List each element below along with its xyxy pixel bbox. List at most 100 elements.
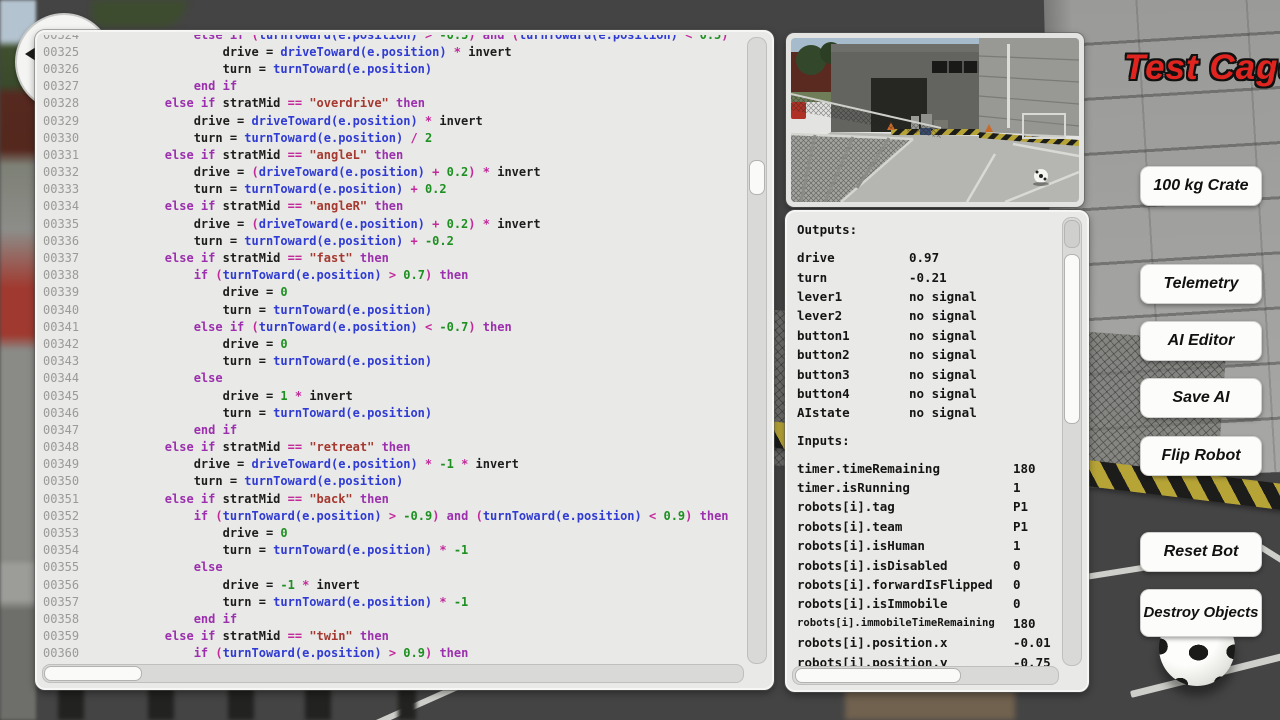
code-text: drive = driveToward(e.position) * invert [107,114,483,128]
code-text: if (turnToward(e.position) > -0.9) and (… [107,509,729,523]
code-text: else if stratMid == "twin" then [107,629,389,643]
telemetry-panel: Outputs: drive0.97turn-0.21lever1no sign… [785,210,1089,692]
destroy-objects-button[interactable]: Destroy Objects [1140,589,1262,637]
code-text: else if (turnToward(e.position) > -0.5) … [107,35,729,42]
line-number: 00352 [43,509,107,523]
telemetry-value: 0 [1013,558,1057,573]
telemetry-label: robots[i].position.y [797,655,1013,666]
spawn-crate-button[interactable]: 100 kg Crate [1140,166,1262,206]
telemetry-value: 0 [1013,596,1057,611]
flip-robot-button[interactable]: Flip Robot [1140,436,1262,476]
telemetry-value: -0.01 [1013,635,1057,650]
fence-post [305,686,331,720]
telemetry-horizontal-scrollbar-thumb[interactable] [795,668,961,683]
telemetry-button[interactable]: Telemetry [1140,264,1262,304]
telemetry-row: lever2no signal [797,306,1057,325]
line-number: 00337 [43,251,107,265]
code-vertical-scrollbar-thumb[interactable] [749,160,765,195]
line-number: 00347 [43,423,107,437]
code-line: 00330 turn = turnToward(e.position) / 2 [43,129,744,146]
line-number: 00338 [43,268,107,282]
code-text: turn = turnToward(e.position) / 2 [107,131,432,145]
code-horizontal-scrollbar[interactable] [42,664,744,683]
line-number: 00329 [43,114,107,128]
telemetry-label: AIstate [797,405,909,420]
line-number: 00355 [43,560,107,574]
telemetry-value: no signal [909,308,1057,323]
fence-post [228,686,254,720]
code-text: else if stratMid == "back" then [107,492,389,506]
telemetry-row: drive0.97 [797,248,1057,267]
telemetry-row: button2no signal [797,345,1057,364]
code-line: 00329 drive = driveToward(e.position) * … [43,112,744,129]
save-ai-button[interactable]: Save AI [1140,378,1262,418]
telemetry-value: P1 [1013,499,1057,514]
telemetry-vertical-scrollbar-thumb[interactable] [1064,254,1080,424]
line-number: 00344 [43,371,107,385]
code-text: else if stratMid == "fast" then [107,251,389,265]
code-vertical-scrollbar[interactable] [747,37,767,664]
telemetry-value: no signal [909,347,1057,362]
code-text: turn = turnToward(e.position) [107,354,432,368]
telemetry-row: button1no signal [797,326,1057,345]
code-line: 00348 else if stratMid == "retreat" then [43,439,744,456]
line-number: 00326 [43,62,107,76]
code-text: else if stratMid == "retreat" then [107,440,410,454]
code-line: 00326 turn = turnToward(e.position) [43,60,744,77]
telemetry-label: robots[i].isDisabled [797,558,1013,573]
line-number: 00351 [43,492,107,506]
telemetry-label: robots[i].isImmobile [797,596,1013,611]
code-line: 00358 end if [43,610,744,627]
code-text: else [107,560,223,574]
code-editor-viewport[interactable]: 00324 else if (turnToward(e.position) > … [43,35,744,664]
code-text: drive = 0 [107,526,288,540]
line-number: 00354 [43,543,107,557]
telemetry-vertical-scrollbar[interactable] [1062,217,1082,666]
code-text: drive = driveToward(e.position) * invert [107,45,512,59]
ai-editor-button[interactable]: AI Editor [1140,321,1262,361]
code-line: 00352 if (turnToward(e.position) > -0.9)… [43,507,744,524]
code-line: 00331 else if stratMid == "angleL" then [43,146,744,163]
line-number: 00346 [43,406,107,420]
telemetry-row: robots[i].teamP1 [797,517,1057,536]
test-cage-preview-image [791,38,1079,202]
code-text: drive = (driveToward(e.position) + 0.2) … [107,165,541,179]
code-text: turn = turnToward(e.position) * -1 [107,595,468,609]
telemetry-value: no signal [909,405,1057,420]
telemetry-value: 180 [1013,616,1057,631]
line-number: 00359 [43,629,107,643]
telemetry-row: button3no signal [797,364,1057,383]
telemetry-label: lever2 [797,308,909,323]
telemetry-viewport[interactable]: Outputs: drive0.97turn-0.21lever1no sign… [797,218,1057,666]
telemetry-label: robots[i].team [797,519,1013,534]
code-line: 00343 turn = turnToward(e.position) [43,353,744,370]
code-text: turn = turnToward(e.position) [107,62,432,76]
code-horizontal-scrollbar-thumb[interactable] [44,666,142,681]
telemetry-row: robots[i].tagP1 [797,497,1057,516]
telemetry-row: timer.isRunning1 [797,478,1057,497]
code-line: 00324 else if (turnToward(e.position) > … [43,35,744,43]
telemetry-label: button2 [797,347,909,362]
code-text: turn = turnToward(e.position) + -0.2 [107,234,454,248]
code-line: 00333 turn = turnToward(e.position) + 0.… [43,181,744,198]
code-text: if (turnToward(e.position) > 0.7) then [107,268,468,282]
line-number: 00330 [43,131,107,145]
code-text: else if stratMid == "angleL" then [107,148,403,162]
telemetry-label: timer.timeRemaining [797,461,1013,476]
line-number: 00327 [43,79,107,93]
telemetry-value: P1 [1013,519,1057,534]
telemetry-value: 180 [1013,461,1057,476]
telemetry-horizontal-scrollbar[interactable] [792,666,1059,685]
telemetry-row: robots[i].isImmobile0 [797,594,1057,613]
line-number: 00328 [43,96,107,110]
telemetry-value: no signal [909,289,1057,304]
code-line: 00351 else if stratMid == "back" then [43,490,744,507]
telemetry-value: 1 [1013,480,1057,495]
reset-bot-button[interactable]: Reset Bot [1140,532,1262,572]
telemetry-row: timer.timeRemaining180 [797,459,1057,478]
fence-post [148,686,174,720]
line-number: 00339 [43,285,107,299]
line-number: 00343 [43,354,107,368]
telemetry-row: robots[i].isHuman1 [797,536,1057,555]
code-line: 00328 else if stratMid == "overdrive" th… [43,95,744,112]
